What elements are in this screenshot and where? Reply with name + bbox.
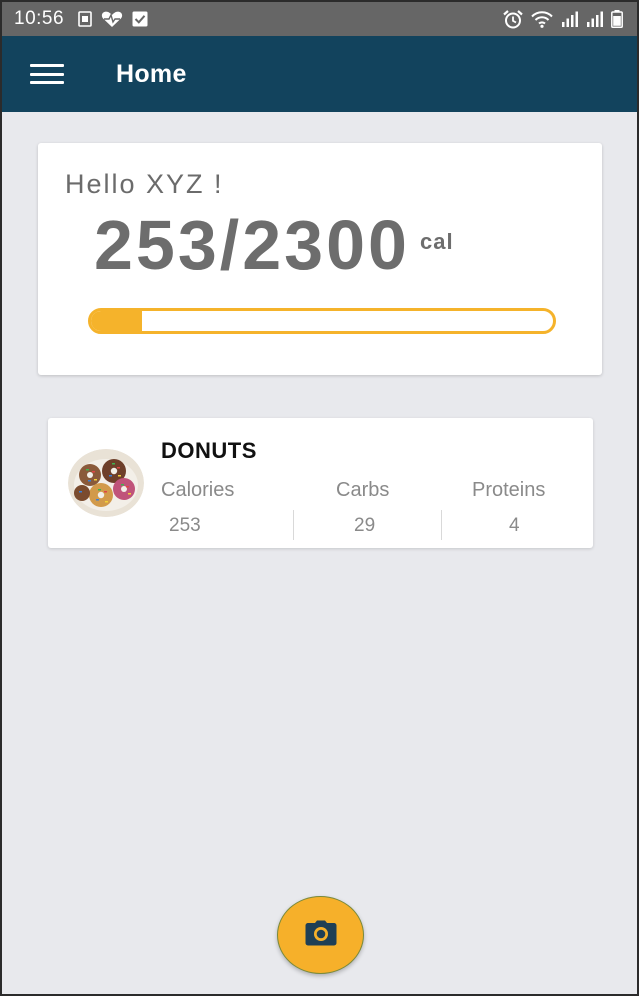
status-bar: 10:56 xyxy=(2,2,637,36)
app-bar: Home xyxy=(2,36,637,112)
calorie-summary-card: Hello XYZ ! 253/2300 cal xyxy=(38,143,602,375)
sim-card-icon xyxy=(78,11,92,27)
calorie-counter: 253/2300 cal xyxy=(94,205,454,285)
signal-icon xyxy=(586,11,604,27)
app-screen: 10:56 Home Hello XYZ ! 253/2300 cal DONU… xyxy=(0,0,639,996)
donut-image xyxy=(68,449,144,517)
hamburger-menu-icon[interactable] xyxy=(30,62,64,86)
camera-icon xyxy=(305,920,337,951)
calories-label: Calories xyxy=(161,479,235,501)
calories-value: 253 xyxy=(169,515,201,536)
carbs-label: Carbs xyxy=(336,479,390,501)
wifi-icon xyxy=(530,10,554,28)
page-title: Home xyxy=(116,59,187,88)
proteins-label: Proteins xyxy=(472,479,546,501)
battery-icon xyxy=(611,10,623,28)
calorie-count: 253/2300 xyxy=(94,206,410,284)
status-icons-left xyxy=(78,11,148,28)
calorie-progress-fill xyxy=(91,311,142,331)
greeting-text: Hello XYZ ! xyxy=(65,169,224,199)
proteins-value: 4 xyxy=(509,515,520,536)
calorie-progress-bar xyxy=(88,308,556,334)
stat-divider xyxy=(293,510,294,540)
signal-icon xyxy=(561,11,579,27)
alarm-icon xyxy=(503,9,523,29)
stat-divider xyxy=(441,510,442,540)
food-item-card[interactable]: DONUTS Calories Carbs Proteins 253 29 4 xyxy=(48,418,593,548)
food-name: DONUTS xyxy=(161,438,257,463)
checkbox-icon xyxy=(132,11,148,27)
carbs-value: 29 xyxy=(354,515,376,536)
status-time: 10:56 xyxy=(14,8,65,29)
camera-button[interactable] xyxy=(277,896,364,974)
status-icons-right xyxy=(503,9,623,29)
heart-icon xyxy=(101,11,123,28)
calorie-unit: cal xyxy=(419,229,454,254)
